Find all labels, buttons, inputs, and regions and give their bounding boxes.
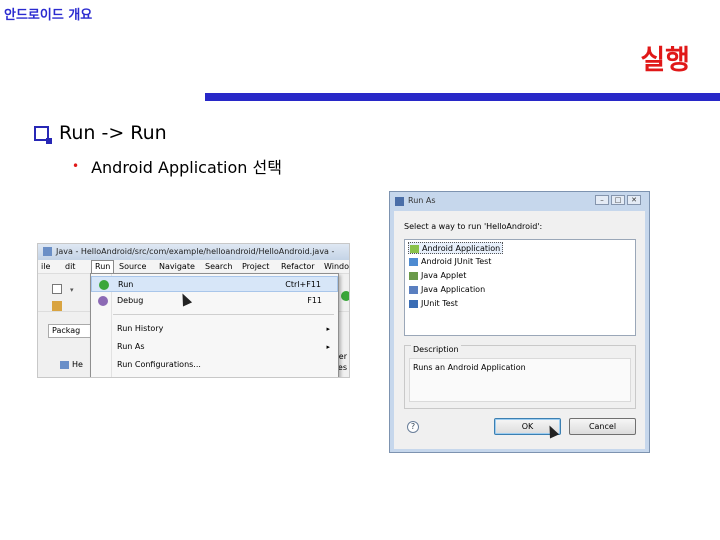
folder-icon[interactable]	[52, 301, 62, 311]
run-icon	[99, 280, 109, 290]
tree-item-label: He	[72, 360, 83, 369]
debug-bug-icon	[98, 296, 108, 306]
submenu-arrow-icon: ▸	[326, 325, 330, 333]
dialog-title: Run As	[408, 196, 436, 205]
menu-item-run-shortcut: Ctrl+F11	[285, 280, 321, 289]
list-item-label: Android JUnit Test	[421, 257, 492, 266]
java-app-icon	[409, 286, 418, 294]
bullet-level2-text: Android Application 선택	[91, 158, 282, 177]
bullet-level2: • Android Application 선택	[72, 154, 282, 178]
title-divider	[205, 93, 720, 101]
eclipse-menubar: ile dit Run Source Navigate Search Proje…	[38, 260, 349, 274]
maximize-icon[interactable]: □	[611, 195, 625, 205]
slide-title: 실행	[640, 45, 690, 76]
menu-item-debug[interactable]: Debug F11	[91, 293, 338, 309]
tree-item[interactable]: He	[60, 360, 83, 369]
menu-item-run-configurations-label: Run Configurations...	[117, 360, 201, 369]
menu-run[interactable]: Run	[91, 260, 115, 274]
menu-item-debug-label: Debug	[117, 296, 144, 305]
minimize-icon[interactable]: –	[595, 195, 609, 205]
java-perspective-icon	[43, 247, 52, 256]
menu-item-run-history-label: Run History	[117, 324, 164, 333]
list-item-android-junit-test[interactable]: Android JUnit Test	[408, 256, 491, 268]
list-item-junit-test[interactable]: JUnit Test	[408, 298, 458, 310]
clipped-text: es	[337, 363, 347, 372]
clipped-text: er	[338, 352, 347, 361]
list-item-label: Java Applet	[421, 271, 467, 280]
dialog-body: Select a way to run 'HelloAndroid': Andr…	[394, 211, 645, 449]
menu-edit[interactable]: dit	[65, 260, 75, 274]
menu-project[interactable]: Project	[242, 260, 269, 274]
eclipse-window-title: Java - HelloAndroid/src/com/example/hell…	[56, 247, 335, 256]
menu-window[interactable]: Windo	[324, 260, 349, 274]
run-as-dialog: Run As – □ ✕ Select a way to run 'HelloA…	[389, 191, 650, 453]
list-item-java-applet[interactable]: Java Applet	[408, 270, 466, 282]
run-menu-dropdown: Run Ctrl+F11 Debug F11 Run History ▸ Run…	[90, 273, 339, 377]
dialog-app-icon	[395, 197, 404, 206]
dot-bullet-icon: •	[72, 159, 80, 173]
description-label: Description	[411, 345, 461, 354]
menu-source[interactable]: Source	[119, 260, 146, 274]
run-icon[interactable]	[341, 291, 349, 301]
menu-item-run[interactable]: Run Ctrl+F11	[91, 276, 338, 292]
dialog-titlebar: Run As – □ ✕	[390, 192, 649, 210]
list-item-label: Java Application	[421, 285, 486, 294]
menu-file[interactable]: ile	[41, 260, 50, 274]
menu-search[interactable]: Search	[205, 260, 232, 274]
bullet-level1-text: Run -> Run	[59, 122, 167, 144]
cancel-button[interactable]: Cancel	[569, 418, 636, 435]
menu-separator	[113, 314, 334, 315]
menu-refactor[interactable]: Refactor	[281, 260, 315, 274]
menu-item-run-history[interactable]: Run History ▸	[91, 321, 338, 337]
eclipse-window: Java - HelloAndroid/src/com/example/hell…	[37, 243, 350, 378]
eclipse-titlebar: Java - HelloAndroid/src/com/example/hell…	[38, 244, 349, 260]
menu-item-run-as-label: Run As	[117, 342, 145, 351]
list-item-label: JUnit Test	[421, 299, 458, 308]
launch-option-list[interactable]: Android Application Android JUnit Test J…	[404, 239, 636, 336]
submenu-arrow-icon: ▸	[326, 343, 330, 351]
bullet-level1: Run -> Run	[34, 122, 167, 144]
menu-navigate[interactable]: Navigate	[159, 260, 195, 274]
menu-item-debug-shortcut: F11	[307, 296, 322, 305]
list-item-android-application[interactable]: Android Application	[408, 242, 504, 254]
chevron-down-icon[interactable]: ▾	[70, 286, 80, 296]
applet-icon	[409, 272, 418, 280]
close-icon[interactable]: ✕	[627, 195, 641, 205]
android-icon	[410, 245, 419, 253]
junit-icon	[409, 300, 418, 308]
package-explorer-tab[interactable]: Packag	[48, 324, 93, 338]
help-icon[interactable]: ?	[407, 421, 419, 433]
list-item-java-application[interactable]: Java Application	[408, 284, 485, 296]
project-icon	[60, 360, 69, 369]
dialog-prompt: Select a way to run 'HelloAndroid':	[404, 222, 543, 231]
description-group: Description Runs an Android Application	[404, 345, 636, 409]
menu-item-run-configurations[interactable]: Run Configurations...	[91, 357, 338, 373]
menu-item-run-as[interactable]: Run As ▸	[91, 339, 338, 355]
list-item-label: Android Application	[422, 244, 501, 253]
slide-header-title: 안드로이드 개요	[4, 8, 93, 23]
description-text: Runs an Android Application	[409, 358, 631, 402]
square-bullet-icon	[34, 125, 52, 144]
new-file-icon[interactable]	[52, 284, 62, 294]
junit-icon	[409, 258, 418, 266]
menu-item-run-label: Run	[118, 280, 134, 289]
